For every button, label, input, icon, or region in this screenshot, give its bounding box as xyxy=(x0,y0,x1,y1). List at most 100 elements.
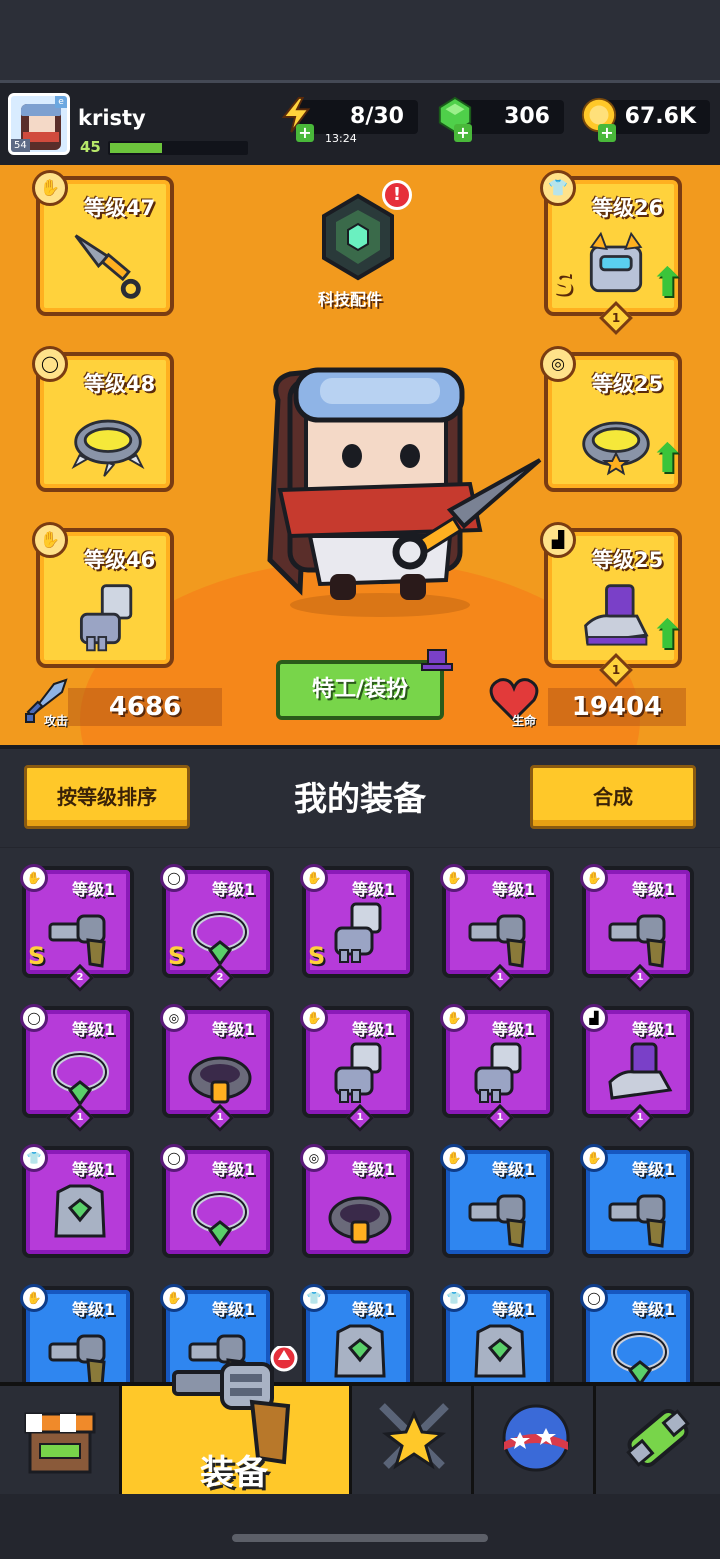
inventory-item[interactable]: ✋ 等级1 xyxy=(20,1284,134,1388)
inventory-item[interactable]: 👕 等级1 xyxy=(300,1284,414,1388)
inventory-item[interactable]: ▟ 等级1 1 xyxy=(580,1004,694,1133)
necklace-icon xyxy=(191,911,249,967)
item-rank: S xyxy=(308,942,326,970)
slot-weapon[interactable]: ✋ 等级47 xyxy=(32,170,174,316)
bottom-safe-area xyxy=(0,1494,720,1559)
gem-plus-button[interactable]: + xyxy=(454,124,472,142)
inventory-item[interactable]: 👕 等级1 xyxy=(440,1284,554,1388)
slot-boots-level: 等级25 xyxy=(592,548,664,572)
item-category-icon: ◯ xyxy=(580,1284,608,1312)
glove-icon xyxy=(334,902,382,963)
sort-by-level-button[interactable]: 按等级排序 xyxy=(24,765,190,829)
inventory-item[interactable]: ◯ 等级1 S 2 xyxy=(160,864,274,993)
slot-weapon-level: 等级47 xyxy=(84,196,156,220)
inventory-item[interactable]: ✋ 等级1 S xyxy=(300,864,414,978)
item-level: 等级1 xyxy=(72,1160,116,1179)
hp-label: 生命 xyxy=(512,714,537,728)
coin-plus-button[interactable]: + xyxy=(598,124,616,142)
inventory-item[interactable]: ◯ 等级1 1 xyxy=(20,1004,134,1133)
necklace-icon xyxy=(51,1051,109,1107)
top-hat-icon xyxy=(421,649,453,671)
necklace-icon xyxy=(191,1191,249,1247)
weapon-icon xyxy=(48,1334,106,1388)
home-indicator[interactable] xyxy=(232,1534,488,1542)
inventory-item[interactable]: ✋ 等级1 1 xyxy=(300,1004,414,1133)
item-category-icon: ✋ xyxy=(440,1144,468,1172)
item-level: 等级1 xyxy=(212,1160,256,1179)
player-name: kristy xyxy=(78,106,146,130)
belt-icon xyxy=(188,1056,252,1104)
item-category-icon: ✋ xyxy=(300,1004,328,1032)
slot-gloves[interactable]: ✋ 等级46 xyxy=(32,522,174,668)
item-category-icon: 👕 xyxy=(300,1284,328,1312)
belt-icon xyxy=(328,1196,392,1244)
item-level: 等级1 xyxy=(632,1160,676,1179)
item-category-icon: ✋ xyxy=(300,864,328,892)
inventory-item[interactable]: 👕 等级1 xyxy=(20,1144,134,1258)
merge-button[interactable]: 合成 xyxy=(530,765,696,829)
slot-boots[interactable]: ▟ 等级25 ⬆ 1 xyxy=(540,522,684,687)
hero-character[interactable] xyxy=(250,360,550,620)
armor-icon xyxy=(334,1324,386,1378)
slot-gloves-level: 等级46 xyxy=(84,548,156,572)
item-category-icon: ✋ xyxy=(440,1004,468,1032)
necklace-icon xyxy=(611,1331,669,1387)
tab-events[interactable] xyxy=(474,1386,596,1494)
inventory-item[interactable]: ◯ 等级1 xyxy=(160,1144,274,1258)
player-avatar[interactable]: 54 e xyxy=(8,93,70,155)
weapon-icon xyxy=(468,914,526,968)
glove-category-icon: ✋ xyxy=(32,522,68,558)
coin-value: 67.6K xyxy=(624,104,696,129)
inventory-grid: ✋ 等级1 S 2 ◯ 等级1 S 2 ✋ 等级1 S ✋ 等级1 1 ✋ 等级1 1 ◯ 等级1 1 ◎ 等级1 1 ✋ 等级… xyxy=(0,848,720,1388)
slot-armor[interactable]: 👕 等级26 S ⬆ 1 xyxy=(540,170,684,335)
inventory-item[interactable]: ◎ 等级1 xyxy=(300,1144,414,1258)
item-level: 等级1 xyxy=(72,880,116,899)
hp-stat: 19404 xyxy=(548,688,686,726)
item-level: 等级1 xyxy=(352,1160,396,1179)
tab-agents[interactable] xyxy=(352,1386,474,1494)
tab-lab[interactable] xyxy=(596,1386,720,1494)
slot-ring-level: 等级25 xyxy=(592,372,664,396)
star-swords-icon xyxy=(379,1403,449,1470)
glove-icon xyxy=(474,1042,522,1103)
gear-title: 我的装备 xyxy=(294,779,426,818)
gem-value: 306 xyxy=(504,104,550,129)
agent-outfit-button[interactable]: 特工/装扮 xyxy=(276,660,444,720)
attack-stat: 4686 xyxy=(68,688,222,726)
item-category-icon: ◯ xyxy=(160,1144,188,1172)
mech-armor-icon xyxy=(589,231,643,293)
inventory-item[interactable]: ✋ 等级1 xyxy=(580,1144,694,1258)
item-level: 等级1 xyxy=(212,880,256,899)
item-level: 等级1 xyxy=(492,1300,536,1319)
star-ball-icon xyxy=(502,1404,570,1472)
weapon-icon xyxy=(468,1194,526,1248)
tab-equipment-label: 装备 xyxy=(200,1453,268,1493)
kunai-icon xyxy=(74,234,141,299)
item-category-icon: 👕 xyxy=(440,1284,468,1312)
energy-value: 8/30 xyxy=(350,104,404,129)
energy-counter[interactable]: 8/30 xyxy=(300,100,418,134)
inventory-item[interactable]: ◎ 等级1 1 xyxy=(160,1004,274,1133)
slot-armor-rank: S xyxy=(552,267,574,302)
slot-necklace-level: 等级48 xyxy=(84,372,156,396)
item-category-icon: ✋ xyxy=(20,1284,48,1312)
inventory-item[interactable]: ✋ 等级1 1 xyxy=(580,864,694,993)
upgrade-arrow-icon: ⬆ xyxy=(650,612,684,658)
inventory-item[interactable]: ✋ 等级1 xyxy=(440,1144,554,1258)
tab-shop[interactable] xyxy=(0,1386,122,1494)
inventory-item[interactable]: ◯ 等级1 xyxy=(580,1284,694,1388)
slot-necklace[interactable]: ◯ 等级48 xyxy=(32,346,174,492)
attack-label: 攻击 xyxy=(44,714,69,728)
boot-icon xyxy=(608,1042,673,1100)
item-level: 等级1 xyxy=(352,1020,396,1039)
slot-ring[interactable]: ◎ 等级25 ⬆ xyxy=(540,346,684,492)
inventory-item[interactable]: ✋ 等级1 S 2 xyxy=(20,864,134,993)
item-level: 等级1 xyxy=(632,1300,676,1319)
glove-icon xyxy=(334,1042,382,1103)
inventory-item[interactable]: ✋ 等级1 1 xyxy=(440,1004,554,1133)
item-category-icon: ▟ xyxy=(580,1004,608,1032)
shop-icon xyxy=(24,1412,96,1474)
energy-plus-button[interactable]: + xyxy=(296,124,314,142)
item-rank: S xyxy=(168,942,186,970)
inventory-item[interactable]: ✋ 等级1 1 xyxy=(440,864,554,993)
